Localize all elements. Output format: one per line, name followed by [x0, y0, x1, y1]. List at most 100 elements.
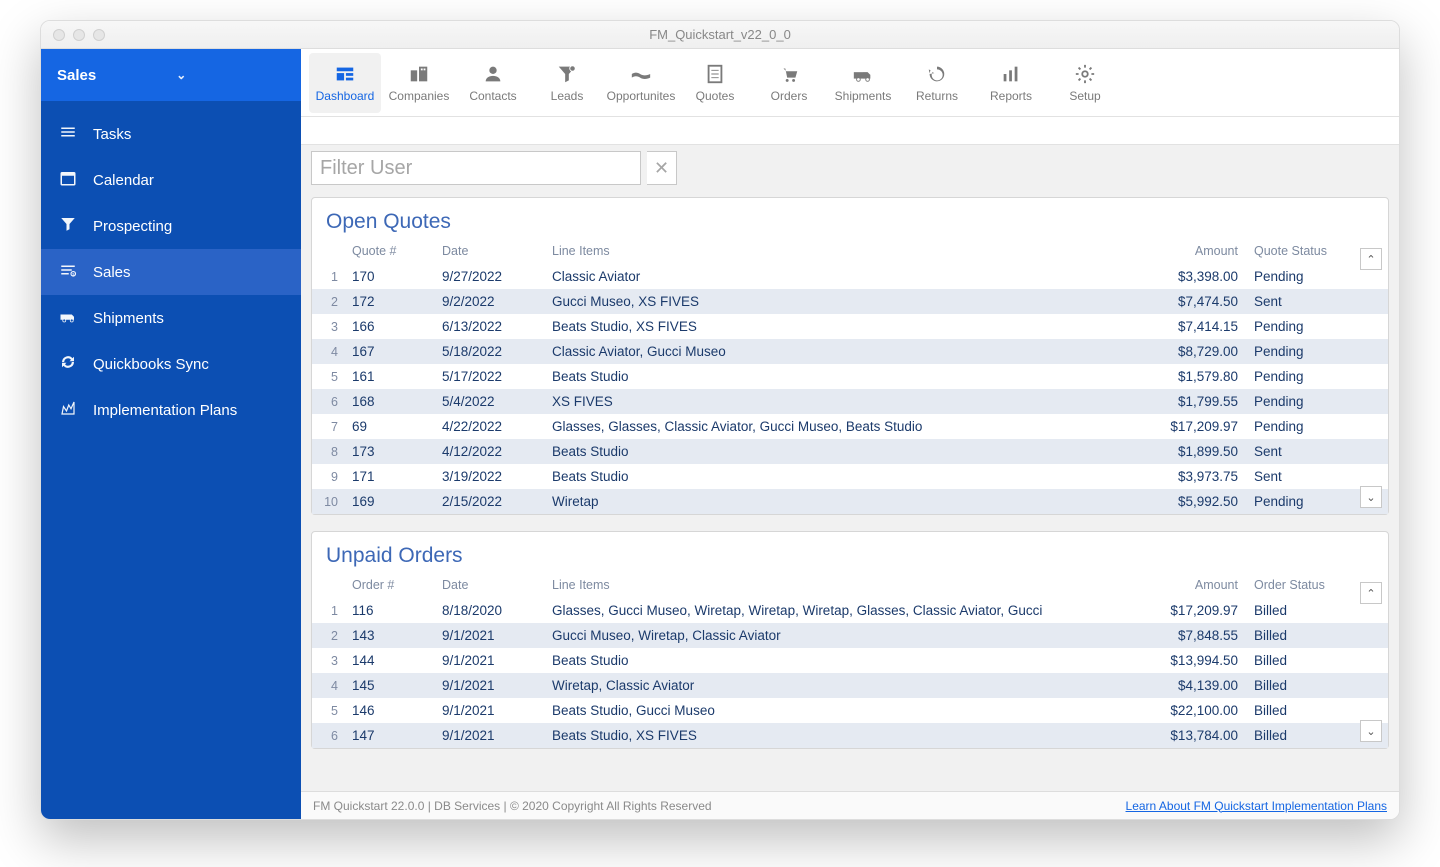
cell-status: Pending [1246, 364, 1356, 389]
cell-date: 2/15/2022 [434, 489, 544, 514]
sidebar-item-tasks[interactable]: Tasks [41, 111, 301, 157]
table-row[interactable]: 41675/18/2022Classic Aviator, Gucci Muse… [312, 339, 1388, 364]
cell-date: 3/19/2022 [434, 464, 544, 489]
cell-amount: $17,209.97 [1146, 598, 1246, 623]
scroll-up-button[interactable]: ⌃ [1360, 582, 1382, 604]
sync-icon [57, 353, 79, 376]
cell-items: Beats Studio, Gucci Museo [544, 698, 1146, 723]
table-row[interactable]: 101692/15/2022Wiretap$5,992.50Pending [312, 489, 1388, 514]
unpaid-orders-table: Order #DateLine ItemsAmountOrder Status … [312, 574, 1388, 748]
quotes-icon [703, 63, 727, 85]
sidebar-item-label: Sales [93, 264, 131, 281]
footer-link[interactable]: Learn About FM Quickstart Implementation… [1126, 799, 1387, 813]
table-row[interactable]: 51615/17/2022Beats Studio$1,579.80Pendin… [312, 364, 1388, 389]
cell-status: Sent [1246, 289, 1356, 314]
sidebar-module-selector[interactable]: Sales ⌄ [41, 49, 301, 101]
window-title: FM_Quickstart_v22_0_0 [41, 27, 1399, 42]
toolbar-setup[interactable]: Setup [1049, 53, 1121, 113]
toolbar-returns[interactable]: Returns [901, 53, 973, 113]
row-index: 5 [312, 698, 344, 723]
toolbar-dashboard[interactable]: Dashboard [309, 53, 381, 113]
sidebar-item-quickbooks-sync[interactable]: Quickbooks Sync [41, 341, 301, 387]
table-row[interactable]: 51469/1/2021Beats Studio, Gucci Museo$22… [312, 698, 1388, 723]
cell-status: Billed [1246, 648, 1356, 673]
cell-status: Pending [1246, 264, 1356, 289]
cell-number: 170 [344, 264, 434, 289]
sales-icon: $ [57, 261, 79, 284]
row-index: 6 [312, 389, 344, 414]
toolbar-quotes[interactable]: Quotes [679, 53, 751, 113]
toolbar-companies[interactable]: Companies [383, 53, 455, 113]
cell-date: 9/1/2021 [434, 648, 544, 673]
table-row[interactable]: 21439/1/2021Gucci Museo, Wiretap, Classi… [312, 623, 1388, 648]
cell-date: 9/1/2021 [434, 698, 544, 723]
toolbar-label: Setup [1069, 89, 1100, 103]
sidebar-item-shipments[interactable]: Shipments [41, 295, 301, 341]
toolbar-orders[interactable]: Orders [753, 53, 825, 113]
table-row[interactable]: 21729/2/2022Gucci Museo, XS FIVES$7,474.… [312, 289, 1388, 314]
cell-amount: $3,398.00 [1146, 264, 1246, 289]
cell-status: Billed [1246, 598, 1356, 623]
table-row[interactable]: 11168/18/2020Glasses, Gucci Museo, Wiret… [312, 598, 1388, 623]
cell-number: 143 [344, 623, 434, 648]
table-row[interactable]: 81734/12/2022Beats Studio$1,899.50Sent [312, 439, 1388, 464]
cell-number: 161 [344, 364, 434, 389]
table-row[interactable]: 31666/13/2022Beats Studio, XS FIVES$7,41… [312, 314, 1388, 339]
cell-items: Gucci Museo, Wiretap, Classic Aviator [544, 623, 1146, 648]
sidebar-item-sales[interactable]: $ Sales [41, 249, 301, 295]
row-index: 9 [312, 464, 344, 489]
table-row[interactable]: 31449/1/2021Beats Studio$13,994.50Billed [312, 648, 1388, 673]
sidebar-item-prospecting[interactable]: Prospecting [41, 203, 301, 249]
tasks-icon [57, 123, 79, 146]
open-quotes-title: Open Quotes [312, 198, 1388, 240]
toolbar-label: Quotes [696, 89, 735, 103]
cell-date: 5/18/2022 [434, 339, 544, 364]
cell-number: 144 [344, 648, 434, 673]
row-index: 10 [312, 489, 344, 514]
unpaid-orders-panel: Unpaid Orders Order #DateLine ItemsAmoun… [311, 531, 1389, 749]
table-row[interactable]: 61479/1/2021Beats Studio, XS FIVES$13,78… [312, 723, 1388, 748]
cell-amount: $22,100.00 [1146, 698, 1246, 723]
toolbar-contacts[interactable]: Contacts [457, 53, 529, 113]
cell-number: 167 [344, 339, 434, 364]
cell-status: Billed [1246, 698, 1356, 723]
filter-clear-button[interactable]: ✕ [647, 151, 677, 185]
scroll-up-button[interactable]: ⌃ [1360, 248, 1382, 270]
sidebar-item-label: Quickbooks Sync [93, 356, 209, 373]
toolbar-shipments[interactable]: Shipments [827, 53, 899, 113]
funnel-icon [57, 215, 79, 238]
cell-amount: $1,579.80 [1146, 364, 1246, 389]
scroll-down-button[interactable]: ⌄ [1360, 720, 1382, 742]
setup-icon [1073, 63, 1097, 85]
cell-date: 5/17/2022 [434, 364, 544, 389]
filter-user-input[interactable] [320, 157, 632, 180]
cell-amount: $7,848.55 [1146, 623, 1246, 648]
table-row[interactable]: 91713/19/2022Beats Studio$3,973.75Sent [312, 464, 1388, 489]
reports-icon [999, 63, 1023, 85]
table-row[interactable]: 61685/4/2022XS FIVES$1,799.55Pending [312, 389, 1388, 414]
table-row[interactable]: 41459/1/2021Wiretap, Classic Aviator$4,1… [312, 673, 1388, 698]
sidebar-item-implementation-plans[interactable]: Implementation Plans [41, 387, 301, 433]
toolbar-label: Opportunites [607, 89, 676, 103]
toolbar-leads[interactable]: Leads [531, 53, 603, 113]
toolbar-reports[interactable]: Reports [975, 53, 1047, 113]
cell-amount: $17,209.97 [1146, 414, 1246, 439]
sidebar-item-calendar[interactable]: Calendar [41, 157, 301, 203]
cell-amount: $5,992.50 [1146, 489, 1246, 514]
cell-date: 4/12/2022 [434, 439, 544, 464]
sidebar-item-label: Calendar [93, 172, 154, 189]
cell-items: Gucci Museo, XS FIVES [544, 289, 1146, 314]
cell-items: Beats Studio [544, 464, 1146, 489]
cell-date: 4/22/2022 [434, 414, 544, 439]
col-header: Quote Status [1246, 240, 1356, 264]
table-row[interactable]: 11709/27/2022Classic Aviator$3,398.00Pen… [312, 264, 1388, 289]
row-index: 2 [312, 623, 344, 648]
toolbar-opportunites[interactable]: Opportunites [605, 53, 677, 113]
filter-row: ✕ [301, 145, 1399, 191]
scroll-down-button[interactable]: ⌄ [1360, 486, 1382, 508]
table-row[interactable]: 7694/22/2022Glasses, Glasses, Classic Av… [312, 414, 1388, 439]
cell-items: Beats Studio, XS FIVES [544, 723, 1146, 748]
sidebar-item-label: Tasks [93, 126, 131, 143]
col-header: Quote # [344, 240, 434, 264]
cell-number: 171 [344, 464, 434, 489]
